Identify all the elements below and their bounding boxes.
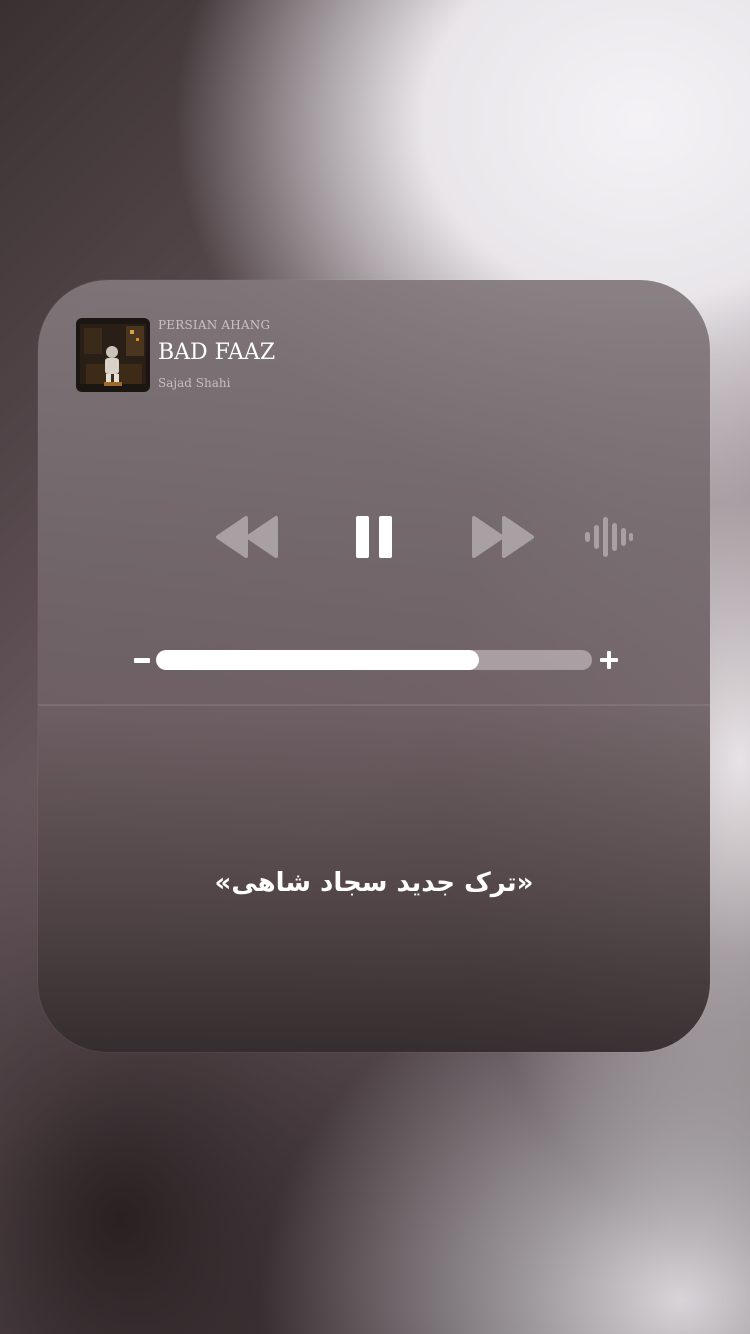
volume-slider[interactable]: [156, 650, 592, 670]
album-art[interactable]: [76, 318, 150, 392]
divider: [38, 704, 710, 706]
now-playing-widget: PERSIAN AHANG BAD FAAZ Sajad Shahi «ترک …: [38, 280, 710, 1052]
waveform-icon[interactable]: [584, 516, 634, 558]
source-label: PERSIAN AHANG: [158, 318, 271, 332]
track-title[interactable]: BAD FAAZ: [158, 340, 275, 365]
album-art-image: [76, 318, 150, 392]
volume-up-icon[interactable]: [600, 651, 618, 669]
volume-slider-fill: [156, 650, 479, 670]
pause-icon[interactable]: [354, 514, 394, 560]
volume-down-icon[interactable]: [134, 658, 150, 663]
backward-icon[interactable]: [216, 514, 280, 560]
forward-icon[interactable]: [470, 514, 534, 560]
caption-text: «ترک جدید سجاد شاهی»: [214, 868, 534, 898]
artist-name[interactable]: Sajad Shahi: [158, 376, 230, 390]
